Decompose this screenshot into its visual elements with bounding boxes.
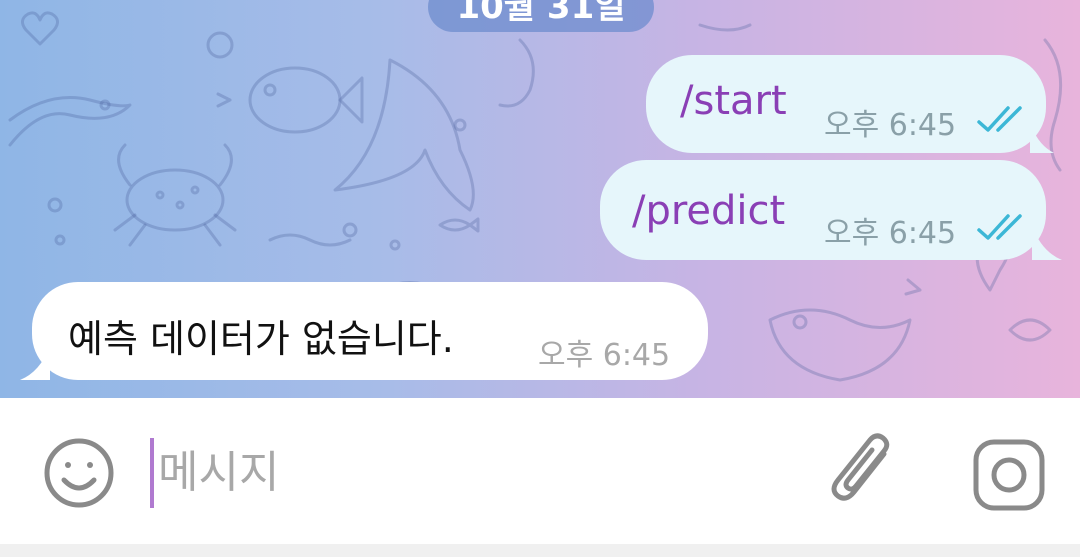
message-text: 예측 데이터가 없습니다.	[68, 317, 454, 361]
bubble-tail	[1032, 226, 1062, 260]
double-check-icon	[977, 214, 1022, 240]
command-link-predict[interactable]: /predict	[632, 188, 785, 234]
instagram-camera-icon[interactable]	[972, 438, 1046, 512]
command-link-start[interactable]: /start	[680, 78, 787, 124]
message-time: 오후 6:45	[824, 216, 957, 251]
message-time: 오후 6:45	[538, 338, 671, 373]
chat-area: 10월 31일 /start 오후 6:45 /predict 오후 6:45 …	[0, 0, 1080, 398]
smiley-icon[interactable]	[42, 436, 116, 510]
date-divider: 10월 31일	[428, 0, 654, 32]
bottom-navigation-strip	[0, 544, 1080, 557]
bubble-tail	[1030, 123, 1054, 153]
message-time: 오후 6:45	[824, 108, 957, 143]
paperclip-icon[interactable]	[830, 432, 900, 512]
text-cursor	[150, 438, 154, 508]
double-check-icon	[977, 106, 1022, 132]
bubble-tail	[20, 346, 50, 380]
message-input[interactable]: 메시지	[158, 440, 279, 506]
